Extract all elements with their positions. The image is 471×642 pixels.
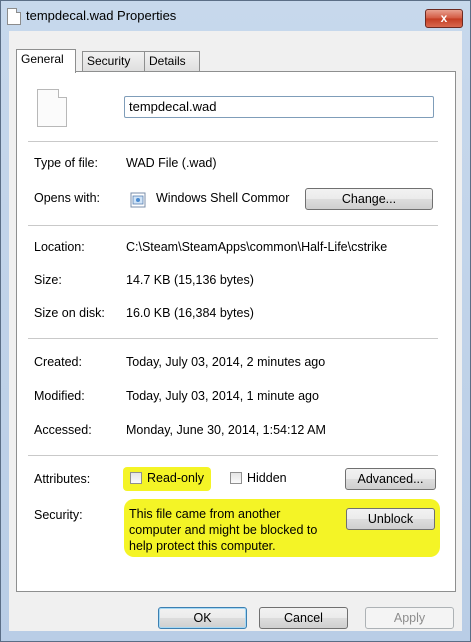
divider xyxy=(28,455,438,456)
hidden-checkbox[interactable] xyxy=(230,472,242,484)
advanced-button[interactable]: Advanced... xyxy=(345,468,436,490)
divider xyxy=(28,338,438,339)
location-value: C:\Steam\SteamApps\common\Half-Life\cstr… xyxy=(126,240,388,254)
tab-security-label: Security xyxy=(87,54,131,68)
unblock-button[interactable]: Unblock xyxy=(346,508,435,530)
window-title: tempdecal.wad Properties xyxy=(26,8,177,23)
size-on-disk-label: Size on disk: xyxy=(34,306,105,320)
size-on-disk-value: 16.0 KB (16,384 bytes) xyxy=(126,306,254,320)
apply-button[interactable]: Apply xyxy=(365,607,454,629)
security-message: This file came from another computer and… xyxy=(129,506,339,554)
modified-label: Modified: xyxy=(34,389,85,403)
unblock-button-label: Unblock xyxy=(367,512,414,526)
security-message-line: help protect this computer. xyxy=(129,539,276,553)
type-label: Type of file: xyxy=(34,156,98,170)
opens-with-value: Windows Shell Commor xyxy=(156,191,290,205)
tab-details[interactable]: Details xyxy=(144,51,200,71)
created-label: Created: xyxy=(34,355,82,369)
cancel-button[interactable]: Cancel xyxy=(259,607,348,629)
created-value: Today, July 03, 2014, 2 minutes ago xyxy=(126,355,326,369)
size-label: Size: xyxy=(34,273,62,287)
opens-with-label: Opens with: xyxy=(34,191,101,205)
ok-button[interactable]: OK xyxy=(158,607,247,629)
tab-details-label: Details xyxy=(149,54,186,68)
accessed-label: Accessed: xyxy=(34,423,92,437)
type-value: WAD File (.wad) xyxy=(126,156,217,170)
attributes-label: Attributes: xyxy=(34,472,91,486)
file-icon xyxy=(7,8,21,25)
tab-general-label: General xyxy=(21,52,64,66)
cancel-button-label: Cancel xyxy=(284,611,323,625)
close-icon: x xyxy=(440,11,448,25)
security-message-line: This file came from another xyxy=(129,507,281,521)
windows-shell-icon xyxy=(130,192,146,208)
file-name-field[interactable]: tempdecal.wad xyxy=(124,96,434,118)
security-message-line: computer and might be blocked to xyxy=(129,523,318,537)
divider xyxy=(28,225,438,226)
file-icon xyxy=(37,89,67,127)
tab-general[interactable]: General xyxy=(16,49,76,73)
change-button[interactable]: Change... xyxy=(305,188,433,210)
change-button-label: Change... xyxy=(341,192,397,206)
location-label: Location: xyxy=(34,240,85,254)
advanced-button-label: Advanced... xyxy=(357,472,424,486)
divider xyxy=(28,141,438,142)
size-value: 14.7 KB (15,136 bytes) xyxy=(126,273,254,287)
hidden-label: Hidden xyxy=(247,471,287,485)
apply-button-label: Apply xyxy=(393,611,426,625)
close-button[interactable]: x xyxy=(425,9,463,28)
ok-button-label: OK xyxy=(193,611,212,625)
tab-security[interactable]: Security xyxy=(82,51,146,71)
read-only-label: Read-only xyxy=(147,471,204,485)
read-only-checkbox[interactable] xyxy=(130,472,142,484)
modified-value: Today, July 03, 2014, 1 minute ago xyxy=(126,389,319,403)
accessed-value: Monday, June 30, 2014, 1:54:12 AM xyxy=(126,423,326,437)
title-bar[interactable]: tempdecal.wad Properties x xyxy=(1,1,470,31)
security-label: Security: xyxy=(34,508,83,522)
